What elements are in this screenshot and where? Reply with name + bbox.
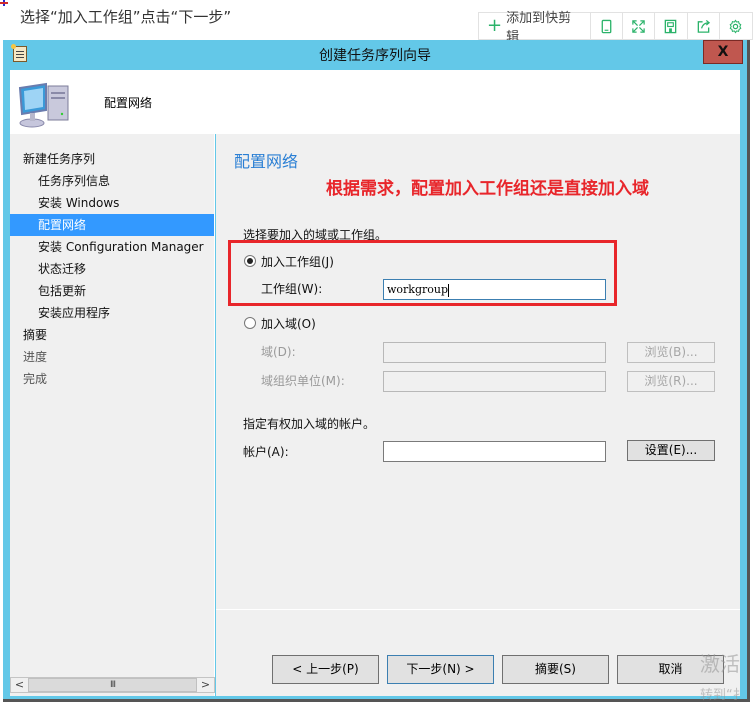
sidebar-item[interactable]: 摘要 bbox=[10, 324, 214, 346]
next-button[interactable]: 下一步(N) > bbox=[387, 655, 494, 684]
activation-watermark-sub: 转到“扌 bbox=[700, 688, 746, 703]
annotation-title: 选择“加入工作组”点击“下一步” bbox=[20, 8, 232, 26]
settings-icon bbox=[729, 18, 742, 34]
wizard-sidebar: 新建任务序列 任务序列信息 安装 Windows 配置网络 安装 Configurati… bbox=[10, 134, 215, 696]
clip-toolbar: + 添加到快剪辑 bbox=[478, 11, 753, 45]
workgroup-radio[interactable] bbox=[244, 255, 256, 267]
title-bar[interactable]: 创建任务序列向导 X bbox=[3, 40, 747, 68]
ou-input[interactable] bbox=[383, 371, 606, 392]
sidebar-item[interactable]: 包括更新 bbox=[10, 280, 214, 302]
domain-radio[interactable] bbox=[244, 317, 256, 329]
domain-radio-label[interactable]: 加入域(O) bbox=[261, 315, 316, 332]
workgroup-radio-label[interactable]: 加入工作组(J) bbox=[261, 253, 334, 270]
wizard-window: 创建任务序列向导 X 配置网络 新建任务序列 任务序列信息 安装 Windows 配置… bbox=[3, 40, 750, 702]
expand-button[interactable] bbox=[623, 13, 656, 39]
scroll-left-button[interactable]: < bbox=[11, 678, 28, 692]
set-account-button[interactable]: 设置(E)... bbox=[627, 440, 715, 461]
domain-input[interactable] bbox=[383, 342, 606, 363]
header-step-title: 配置网络 bbox=[104, 96, 153, 110]
scroll-thumb[interactable]: III bbox=[28, 678, 197, 692]
computer-icon bbox=[18, 82, 69, 128]
wizard-content: 配置网络 根据需求，配置加入工作组还是直接加入域 选择要加入的域或工作组。 加入… bbox=[216, 134, 740, 696]
sidebar-item[interactable]: 安装 Configuration Manager bbox=[10, 236, 214, 258]
save-icon bbox=[665, 19, 677, 33]
sidebar-item[interactable]: 新建任务序列 bbox=[10, 148, 214, 170]
text-caret bbox=[448, 283, 450, 297]
annotation-note: 根据需求，配置加入工作组还是直接加入域 bbox=[326, 179, 649, 199]
save-button[interactable] bbox=[655, 13, 688, 39]
workgroup-field-label: 工作组(W): bbox=[261, 282, 323, 296]
window-title: 创建任务序列向导 bbox=[319, 48, 431, 64]
account-hint: 指定有权加入域的帐户。 bbox=[243, 417, 376, 431]
sidebar-item[interactable]: 配置网络 bbox=[10, 214, 214, 236]
share-button[interactable] bbox=[688, 13, 720, 39]
phone-button[interactable] bbox=[591, 13, 624, 39]
account-field-label: 帐户(A): bbox=[243, 445, 289, 459]
browse-ou-button[interactable]: 浏览(R)... bbox=[627, 371, 715, 392]
browse-domain-button[interactable]: 浏览(B)... bbox=[627, 342, 715, 363]
cursor-mark-icon bbox=[0, 0, 8, 6]
sidebar-item[interactable]: 状态迁移 bbox=[10, 258, 214, 280]
domain-field-label: 域(D): bbox=[261, 345, 296, 359]
workgroup-input-value: workgroup bbox=[387, 283, 449, 296]
settings-button[interactable] bbox=[720, 13, 752, 39]
workgroup-input[interactable]: workgroup bbox=[383, 279, 606, 300]
phone-icon bbox=[601, 19, 612, 33]
page-title: 配置网络 bbox=[234, 152, 299, 171]
back-button[interactable]: < 上一步(P) bbox=[272, 655, 379, 684]
sidebar-item[interactable]: 安装 Windows bbox=[10, 192, 214, 214]
sidebar-item[interactable]: 进度 bbox=[10, 346, 214, 368]
summary-button[interactable]: 摘要(S) bbox=[502, 655, 609, 684]
plus-icon: + bbox=[487, 15, 503, 36]
account-input[interactable] bbox=[383, 441, 606, 462]
sidebar-item[interactable]: 任务序列信息 bbox=[10, 170, 214, 192]
expand-icon bbox=[632, 19, 645, 33]
activation-watermark: 激活 bbox=[700, 652, 740, 676]
share-icon bbox=[697, 19, 710, 33]
sidebar-item[interactable]: 安装应用程序 bbox=[10, 302, 214, 324]
step-list: 新建任务序列 任务序列信息 安装 Windows 配置网络 安装 Configurati… bbox=[10, 134, 214, 390]
ou-field-label: 域组织单位(M): bbox=[261, 374, 345, 388]
close-button[interactable]: X bbox=[703, 40, 743, 64]
add-to-clip-button[interactable]: + 添加到快剪辑 bbox=[479, 11, 591, 45]
header-panel: 配置网络 bbox=[10, 70, 740, 134]
footer-divider bbox=[216, 609, 740, 610]
horizontal-scrollbar[interactable]: < III > bbox=[10, 677, 215, 693]
sidebar-item[interactable]: 完成 bbox=[10, 368, 214, 390]
scroll-right-button[interactable]: > bbox=[197, 678, 214, 692]
